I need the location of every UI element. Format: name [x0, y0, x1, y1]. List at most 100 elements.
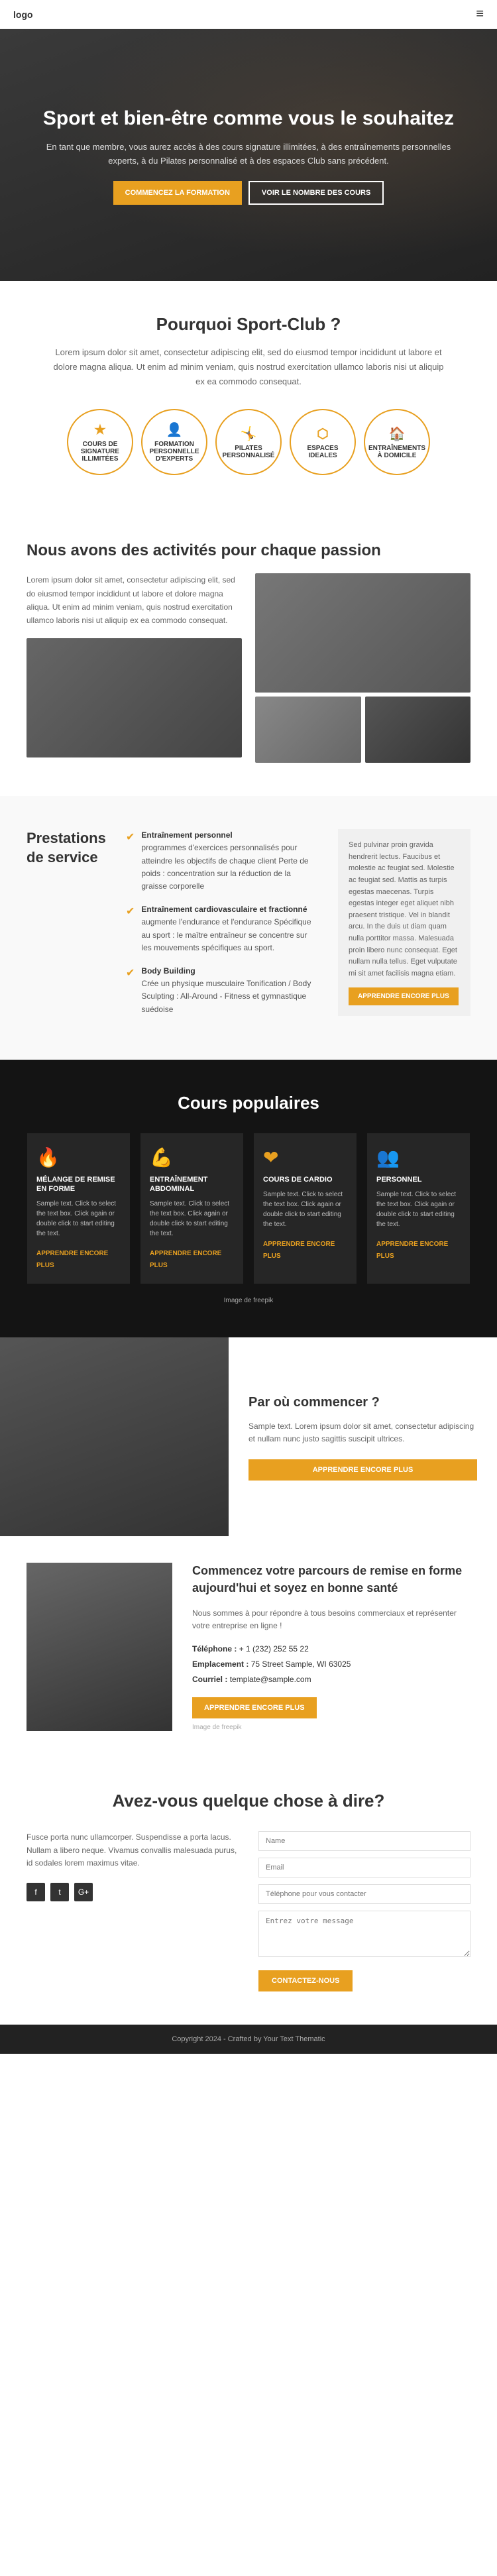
site-footer: Copyright 2024 - Crafted by Your Text Th…	[0, 2025, 497, 2054]
testimonials-left: Fusce porta nunc ullamcorper. Suspendiss…	[27, 1831, 239, 1991]
logo: logo	[13, 9, 33, 20]
contact-image	[27, 1563, 172, 1731]
why-icon-item[interactable]: 🤸 PILATES PERSONNALISÉ	[215, 409, 282, 475]
message-textarea[interactable]	[258, 1911, 470, 1957]
contact-info: Téléphone : + 1 (232) 252 55 22 Emplacem…	[192, 1642, 470, 1687]
form-name-row	[258, 1831, 470, 1851]
twitter-icon[interactable]: t	[50, 1883, 69, 1901]
course-title-2: COURS DE CARDIO	[263, 1175, 347, 1184]
services-items: ✔ Entraînement personnel programmes d'ex…	[126, 829, 318, 1026]
hero-description: En tant que membre, vous aurez accès à d…	[40, 140, 457, 168]
course-icon-0: 🔥	[36, 1147, 121, 1168]
why-section: Pourquoi Sport-Club ? Lorem ipsum dolor …	[0, 281, 497, 508]
facebook-icon[interactable]: f	[27, 1883, 45, 1901]
service-text-1: Entraînement cardiovasculaire et fractio…	[141, 903, 318, 954]
service-heading-1: Entraînement cardiovasculaire et fractio…	[141, 905, 307, 914]
activities-description: Lorem ipsum dolor sit amet, consectetur …	[27, 573, 242, 628]
why-icon-1-symbol: 👤	[166, 421, 183, 438]
aside-learn-button[interactable]: APPRENDRE ENCORE PLUS	[349, 987, 459, 1005]
service-heading-0: Entraînement personnel	[141, 830, 232, 840]
testimonials-layout: Fusce porta nunc ullamcorper. Suspendiss…	[27, 1831, 470, 1991]
course-link-2[interactable]: APPRENDRE ENCORE PLUS	[263, 1241, 335, 1260]
why-icon-0-label: COURS DE SIGNATURE ILLIMITÉES	[74, 441, 127, 463]
course-title-3: PERSONNEL	[376, 1175, 461, 1184]
submit-button[interactable]: CONTACTEZ-NOUS	[258, 1970, 353, 1991]
check-icon-1: ✔	[126, 905, 135, 918]
why-icon-4-symbol: 🏠	[389, 425, 406, 442]
social-icons: f t G+	[27, 1883, 239, 1901]
hero-outline-button[interactable]: VOIR LE NOMBRE DES COURS	[248, 181, 384, 205]
contact-form: CONTACTEZ-NOUS	[258, 1831, 470, 1991]
activities-image-bottom-right	[365, 697, 471, 763]
menu-icon[interactable]: ≡	[476, 7, 484, 22]
why-icon-item[interactable]: ★ COURS DE SIGNATURE ILLIMITÉES	[67, 409, 133, 475]
contact-title: Commencez votre parcours de remise en fo…	[192, 1563, 470, 1596]
services-aside: Sed pulvinar proin gravida hendrerit lec…	[338, 829, 470, 1026]
course-icon-2: ❤	[263, 1147, 347, 1168]
site-header: logo ≡	[0, 0, 497, 29]
footer-text: Copyright 2024 - Crafted by Your Text Th…	[172, 2035, 325, 2043]
course-card-0: 🔥 MÉLANGE DE REMISE EN FORME Sample text…	[27, 1133, 130, 1284]
location-value: 75 Street Sample, WI 63025	[251, 1659, 351, 1669]
location-label: Emplacement :	[192, 1659, 248, 1669]
course-link-3[interactable]: APPRENDRE ENCORE PLUS	[376, 1241, 448, 1260]
hero-content: Sport et bien-être comme vous le souhait…	[0, 105, 497, 205]
why-icons-container: ★ COURS DE SIGNATURE ILLIMITÉES 👤 FORMAT…	[27, 409, 470, 475]
course-card-3: 👥 PERSONNEL Sample text. Click to select…	[367, 1133, 470, 1284]
why-icon-4-label: ENTRAÎNEMENTS À DOMICILE	[368, 445, 425, 459]
hero-title: Sport et bien-être comme vous le souhait…	[40, 105, 457, 131]
why-icon-2-label: PILATES PERSONNALISÉ	[222, 445, 275, 459]
course-text-3: Sample text. Click to select the text bo…	[376, 1190, 461, 1229]
why-icon-3-symbol: ⬡	[317, 425, 328, 442]
activities-layout: Lorem ipsum dolor sit amet, consectetur …	[27, 573, 470, 763]
why-icon-item[interactable]: 👤 FORMATION PERSONNELLE D'EXPERTS	[141, 409, 207, 475]
phone-value: + 1 (232) 252 55 22	[239, 1644, 309, 1653]
contact-description: Nous sommes à pour répondre à tous besoi…	[192, 1607, 470, 1632]
start-content: Par où commencer ? Sample text. Lorem ip…	[229, 1337, 497, 1536]
phone-input[interactable]	[258, 1884, 470, 1904]
contact-section: Commencez votre parcours de remise en fo…	[0, 1536, 497, 1758]
aside-block: Sed pulvinar proin gravida hendrerit lec…	[338, 829, 470, 1016]
email-label: Courriel :	[192, 1675, 227, 1684]
check-icon-2: ✔	[126, 966, 135, 980]
testimonials-title: Avez-vous quelque chose à dire?	[27, 1791, 470, 1811]
contact-phone: Téléphone : + 1 (232) 252 55 22	[192, 1642, 470, 1657]
courses-grid: 🔥 MÉLANGE DE REMISE EN FORME Sample text…	[27, 1133, 470, 1284]
form-phone-row	[258, 1884, 470, 1904]
why-icon-item[interactable]: ⬡ ESPACES IDEALES	[290, 409, 356, 475]
activities-section: Nous avons des activités pour chaque pas…	[0, 508, 497, 796]
course-link-1[interactable]: APPRENDRE ENCORE PLUS	[150, 1250, 221, 1269]
service-item-0: ✔ Entraînement personnel programmes d'ex…	[126, 829, 318, 893]
start-text: Sample text. Lorem ipsum dolor sit amet,…	[248, 1420, 477, 1445]
contact-learn-button[interactable]: APPRENDRE ENCORE PLUS	[192, 1697, 317, 1718]
name-input[interactable]	[258, 1831, 470, 1851]
service-desc-2: Crée un physique musculaire Tonification…	[141, 979, 311, 1013]
service-text-0: Entraînement personnel programmes d'exer…	[141, 829, 318, 893]
course-icon-3: 👥	[376, 1147, 461, 1168]
activities-image-row	[255, 697, 470, 763]
contact-note: Image de freepik	[192, 1724, 470, 1731]
course-link-0[interactable]: APPRENDRE ENCORE PLUS	[36, 1250, 108, 1269]
start-button[interactable]: APPRENDRE ENCORE PLUS	[248, 1459, 477, 1481]
why-icon-3-label: ESPACES IDEALES	[296, 445, 349, 459]
form-message-row	[258, 1911, 470, 1957]
testimonials-description: Fusce porta nunc ullamcorper. Suspendiss…	[27, 1831, 239, 1870]
course-text-0: Sample text. Click to select the text bo…	[36, 1199, 121, 1239]
aside-text: Sed pulvinar proin gravida hendrerit lec…	[349, 840, 460, 980]
services-heading: Prestations de service	[27, 829, 106, 1026]
services-title: Prestations de service	[27, 829, 106, 867]
activities-image-left	[27, 638, 242, 757]
contact-content: Commencez votre parcours de remise en fo…	[192, 1563, 470, 1731]
hero-primary-button[interactable]: COMMENCEZ LA FORMATION	[113, 181, 242, 205]
email-value: template@sample.com	[230, 1675, 311, 1684]
why-icon-2-symbol: 🤸	[241, 425, 257, 442]
courses-title: Cours populaires	[27, 1093, 470, 1113]
service-desc-1: augmente l'endurance et l'endurance Spéc…	[141, 917, 311, 952]
google-icon[interactable]: G+	[74, 1883, 93, 1901]
courses-note: Image de freepik	[27, 1297, 470, 1304]
email-input[interactable]	[258, 1858, 470, 1877]
why-icon-0-symbol: ★	[94, 421, 106, 438]
courses-section: Cours populaires 🔥 MÉLANGE DE REMISE EN …	[0, 1060, 497, 1338]
service-text-2: Body Building Crée un physique musculair…	[141, 965, 318, 1016]
why-icon-item[interactable]: 🏠 ENTRAÎNEMENTS À DOMICILE	[364, 409, 430, 475]
